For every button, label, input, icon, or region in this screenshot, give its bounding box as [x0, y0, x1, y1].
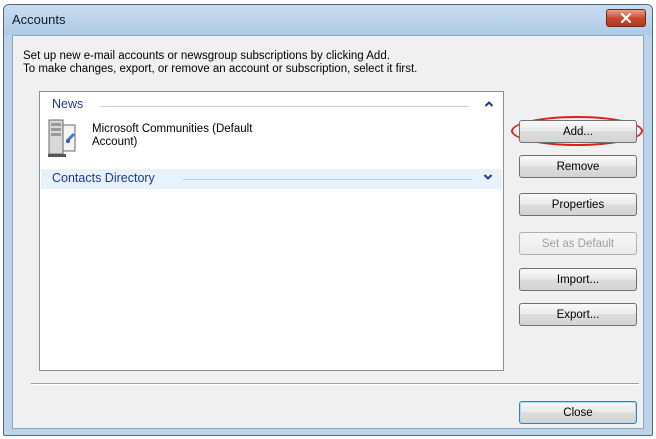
add-button[interactable]: Add... [519, 120, 637, 143]
close-button[interactable]: Close [519, 401, 637, 424]
title-bar[interactable]: Accounts [4, 5, 652, 35]
account-name-line-1: Microsoft Communities (Default [92, 123, 253, 135]
dialog-body: Set up new e-mail accounts or newsgroup … [12, 35, 644, 429]
chevron-up-icon[interactable] [483, 98, 495, 110]
close-icon [620, 13, 632, 23]
group-divider [183, 179, 472, 180]
group-divider [100, 106, 469, 107]
group-label-news: News [52, 97, 88, 111]
group-label-contacts-directory: Contacts Directory [52, 171, 155, 185]
accounts-list[interactable]: News Microsoft Communities (Default Acco… [39, 91, 504, 371]
instructions-line-2: To make changes, export, or remove an ac… [23, 63, 418, 75]
news-server-icon [48, 119, 76, 157]
instructions-line-1: Set up new e-mail accounts or newsgroup … [23, 50, 390, 62]
export-button[interactable]: Export... [519, 303, 637, 326]
remove-button[interactable]: Remove [519, 155, 637, 178]
separator [31, 383, 639, 385]
properties-button[interactable]: Properties [519, 193, 637, 216]
import-button[interactable]: Import... [519, 268, 637, 291]
account-name-line-2: Account) [92, 136, 138, 148]
accounts-dialog: Accounts Set up new e-mail accounts or n… [3, 4, 653, 436]
group-header-news[interactable]: News [40, 96, 503, 114]
set-as-default-button[interactable]: Set as Default [519, 232, 637, 255]
instructions: Set up new e-mail accounts or newsgroup … [23, 50, 417, 76]
account-name: Microsoft Communities (Default Account) [92, 123, 252, 149]
list-item[interactable]: Microsoft Communities (Default Account) [46, 116, 346, 160]
window-title: Accounts [12, 12, 66, 27]
close-window-button[interactable] [606, 9, 646, 27]
group-header-contacts-directory[interactable]: Contacts Directory [41, 169, 502, 189]
chevron-down-icon[interactable] [482, 171, 494, 183]
